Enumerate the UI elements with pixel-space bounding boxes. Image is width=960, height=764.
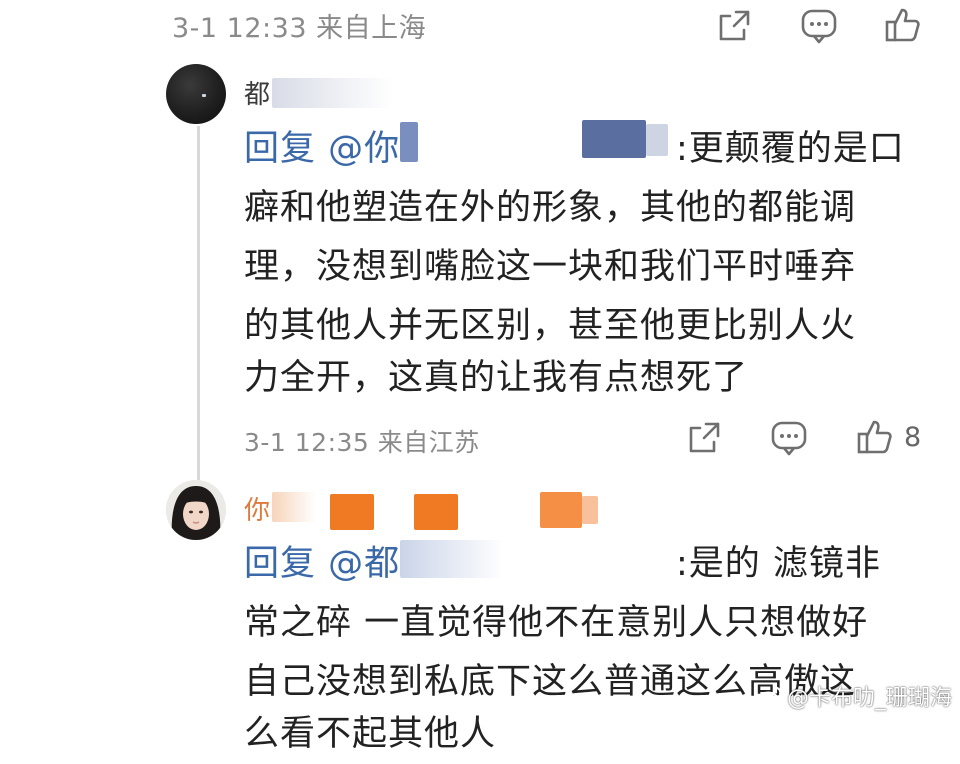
mention-blur: [400, 540, 660, 578]
mention-blur: [582, 120, 646, 158]
avatar-highlight: [202, 94, 206, 97]
avatar[interactable]: [166, 64, 226, 124]
reply2-line-1: :是的 滤镜非: [676, 544, 881, 584]
reply2-mention[interactable]: 回复 @都: [244, 544, 400, 584]
like-count: 8: [904, 422, 922, 453]
reply1-mention[interactable]: 回复 @你: [244, 129, 400, 169]
thread-line: [197, 126, 200, 481]
username-blur: [540, 492, 582, 528]
weibo-logo-icon: [757, 685, 783, 707]
username-blur: [414, 494, 458, 530]
reply1-line-4: 的其他人并无区别，甚至他更比别人火: [244, 306, 857, 346]
username-blur: [272, 492, 316, 522]
mention-blur: [646, 124, 668, 156]
reply2-line-4: 么看不起其他人: [244, 714, 497, 754]
username-blur: [330, 494, 374, 530]
share-icon[interactable]: [716, 8, 752, 44]
avatar-portrait: [166, 480, 226, 540]
comment-icon[interactable]: [800, 8, 838, 44]
reply1-line-3: 理，没想到嘴脸这一块和我们平时唾弃: [244, 247, 857, 287]
watermark: @卡布叻_珊瑚海: [757, 680, 952, 712]
username-blur: [582, 496, 598, 524]
reply1-line-5: 力全开，这真的让我有点想死了: [244, 358, 749, 398]
reply1-line-2: 癖和他塑造在外的形象，其他的都能调: [244, 188, 857, 228]
reply2-line-1-mention[interactable]: 回复 @都: [244, 535, 400, 594]
top-comment-meta: 3-1 12:33 来自上海: [172, 13, 427, 44]
reply1-username[interactable]: 都: [244, 74, 270, 111]
reply2-username[interactable]: 你: [244, 490, 270, 527]
avatar[interactable]: [166, 480, 226, 540]
like-icon[interactable]: [884, 6, 922, 44]
username-blur: [272, 78, 392, 108]
reply1-line-1-mention[interactable]: 回复 @你: [244, 120, 400, 179]
reply1-meta: 3-1 12:35 来自江苏: [244, 428, 480, 457]
reply1-line-1: :更颠覆的是口: [676, 129, 905, 169]
watermark-text: @卡布叻_珊瑚海: [786, 686, 952, 711]
mention-blur: [400, 122, 418, 162]
share-icon[interactable]: [686, 420, 722, 456]
comment-icon[interactable]: [770, 420, 808, 456]
reply2-line-2: 常之碎 一直觉得他不在意别人只想做好: [244, 603, 869, 643]
like-icon[interactable]: [856, 418, 894, 456]
